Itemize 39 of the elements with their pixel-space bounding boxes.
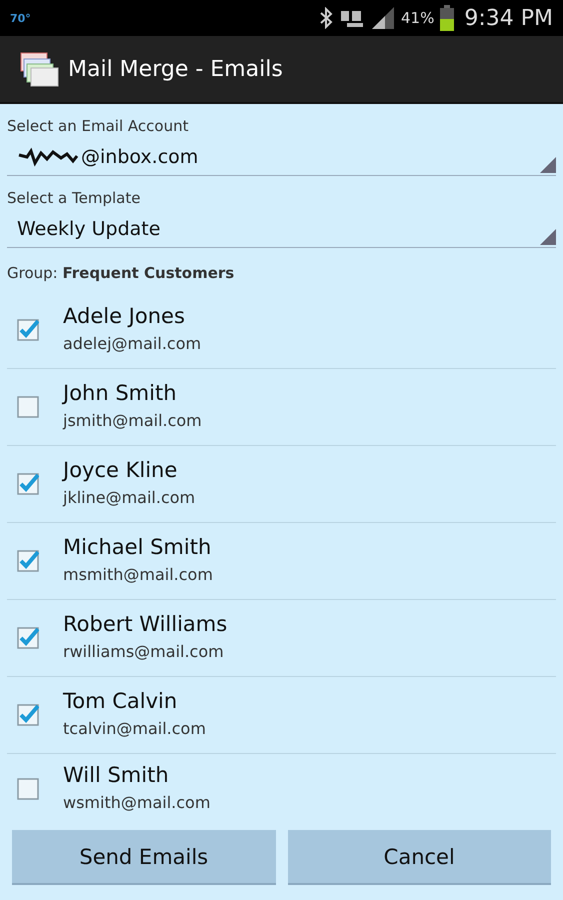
group-label: Group: Frequent Customers [7, 263, 236, 284]
checkbox[interactable] [17, 396, 39, 418]
send-button[interactable]: Send Emails [12, 830, 276, 885]
contact-email: jkline@mail.com [63, 488, 196, 506]
contact-email: tcalvin@mail.com [63, 718, 206, 738]
contact-name: Tom Calvin [63, 688, 178, 712]
checkbox[interactable] [17, 627, 39, 649]
checkbox[interactable] [17, 550, 39, 572]
contact-name: Adele Jones [63, 304, 186, 328]
contact-email: wsmith@mail.com [63, 792, 210, 812]
clock: 9:34 PM [464, 6, 553, 30]
field-label: Select a Template [7, 188, 142, 209]
account-dropdown[interactable]: @inbox.com [7, 139, 556, 176]
contact-email: rwilliams@mail.com [63, 642, 225, 660]
checkbox[interactable] [17, 704, 39, 726]
field-label: Select an Email Account [7, 116, 190, 137]
contact-name: John Smith [63, 380, 178, 404]
cancel-button[interactable]: Cancel [288, 830, 551, 885]
contact-email: msmith@mail.com [63, 564, 213, 584]
checkbox[interactable] [17, 319, 39, 341]
temperature: 70° [10, 12, 31, 24]
contact-email: jsmith@mail.com [63, 410, 202, 430]
app-title: Mail Merge - Emails [68, 56, 283, 82]
contact-email: adelej@mail.com [63, 334, 202, 352]
contact-name: Robert Williams [63, 612, 228, 636]
contact-name: Will Smith [63, 762, 170, 786]
contact-name: Michael Smith [63, 534, 212, 558]
contact-name: Joyce Kline [63, 458, 178, 482]
template-dropdown[interactable]: Weekly Update [7, 211, 556, 248]
bluetooth-icon [319, 7, 333, 29]
envelopes-icon [20, 51, 60, 87]
dropdown-corner-icon [540, 229, 556, 245]
signal-icon [371, 6, 395, 30]
checkbox[interactable] [17, 778, 39, 800]
battery-percent: 41% [401, 9, 434, 27]
redaction-drawing [17, 147, 79, 167]
dropdown-corner-icon [540, 157, 556, 173]
checkbox[interactable] [17, 473, 39, 495]
battery-icon [440, 5, 454, 31]
